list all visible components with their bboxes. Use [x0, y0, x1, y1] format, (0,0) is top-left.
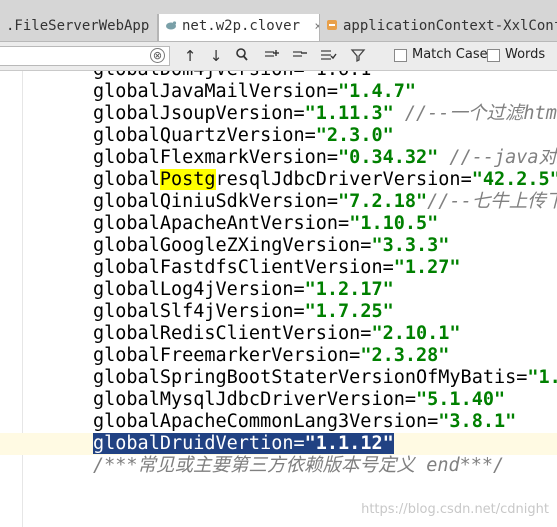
code-line: globalFastdfsClientVersion="1.27": [93, 257, 461, 279]
property-name: globalFreemarkerVersion=: [93, 345, 361, 366]
string-literal: "5.1.40": [416, 389, 506, 410]
code-line: globalApacheCommonLang3Version="3.8.1": [93, 411, 516, 433]
string-literal: "3.3.3": [371, 235, 450, 256]
property-name: globalRedisClientVersion=: [93, 323, 372, 344]
string-literal: "1.11.3": [304, 103, 394, 124]
remove-selection-icon[interactable]: [290, 47, 310, 65]
tab-net-w2p-clover[interactable]: net.w2p.clover ×: [158, 14, 320, 41]
tab-fileserverwebapp[interactable]: .FileServerWebApp ×: [0, 14, 158, 41]
string-literal: "42.2.5": [471, 169, 557, 190]
property-name: globalApacheCommonLang3Version=: [93, 411, 439, 432]
property-name: globalSlf4jVersion=: [93, 301, 305, 322]
find-in-files-icon[interactable]: [232, 47, 252, 65]
comment: //--七牛上传下: [427, 191, 557, 212]
tab-label: net.w2p.clover: [182, 18, 301, 34]
property-name: globalJavaMailVersion=: [93, 81, 339, 102]
code-line: globalPostgresqlJdbcDriverVersion="42.2.…: [93, 169, 557, 191]
string-literal: "1.4.7": [338, 81, 417, 102]
string-literal: "1.2.17": [304, 279, 394, 300]
property-name: globalDruidVertion=: [93, 433, 305, 454]
string-literal: "1.3: [527, 367, 557, 388]
tab-label: applicationContext-XxlConf: [343, 18, 557, 34]
code-line: globalQiniuSdkVersion="7.2.18"//--七牛上传下: [93, 191, 557, 213]
code-line-selected: globalDruidVertion="1.1.12": [93, 433, 394, 455]
comment: //--一个过滤html: [393, 103, 557, 124]
watermark: https://blog.csdn.net/cdnight: [361, 502, 549, 517]
code-line: globalApacheAntVersion="1.10.5": [93, 213, 438, 235]
code-line: globalFlexmarkVersion="0.34.32" //--java…: [93, 147, 557, 169]
add-selection-icon[interactable]: [262, 47, 282, 65]
code-line: globalMysqlJdbcDriverVersion="5.1.40": [93, 389, 505, 411]
string-literal: "1.1.12": [304, 433, 394, 454]
select-all-occurrences-icon[interactable]: [318, 47, 338, 65]
previous-occurrence-button[interactable]: ↑: [180, 47, 200, 65]
code-line: globalSlf4jVersion="1.7.25": [93, 301, 394, 323]
property-name: globalApacheAntVersion=: [93, 213, 350, 234]
filter-icon[interactable]: [348, 47, 368, 65]
gradle-icon: [165, 19, 177, 31]
code-line: globalRedisClientVersion="2.10.1": [93, 323, 461, 345]
property-name: globalSpringBootStaterVersionOfMyBatis=: [93, 367, 528, 388]
words-label: Words: [505, 47, 546, 62]
comment: /***常见或主要第三方依赖版本号定义 end***/: [93, 455, 505, 476]
clear-search-icon[interactable]: ⊗: [150, 48, 165, 63]
match-case-checkbox[interactable]: [394, 49, 407, 62]
find-input[interactable]: ⊗: [0, 46, 170, 66]
string-literal: "2.3.0": [315, 125, 394, 146]
comment: //--java对m: [438, 147, 557, 168]
editor-tab-bar: .FileServerWebApp × net.w2p.clover × app…: [0, 0, 557, 42]
code-line: globalLog4jVersion="1.2.17": [93, 279, 394, 301]
string-literal: "1.27": [393, 257, 461, 278]
string-literal: "3.8.1": [438, 411, 517, 432]
tab-label: .FileServerWebApp: [6, 18, 150, 34]
tab-applicationcontext-xxlconf[interactable]: applicationContext-XxlConf: [320, 14, 557, 41]
property-name: resqlJdbcDriverVersion=: [215, 169, 472, 190]
string-literal: "1.10.5": [349, 213, 439, 234]
property-name: globalFastdfsClientVersion=: [93, 257, 394, 278]
code-line: globalJsoupVersion="1.11.3" //--一个过滤html: [93, 103, 557, 125]
match-case-label: Match Case: [412, 47, 488, 62]
string-literal: "1.7.25": [304, 301, 394, 322]
string-literal: "2.10.1": [371, 323, 461, 344]
code-text: globalDom4jVersion="1.6.1": [93, 71, 383, 80]
code-line: globalJavaMailVersion="1.4.7": [93, 81, 416, 103]
next-occurrence-button[interactable]: ↓: [206, 47, 226, 65]
find-bar: ⊗ ↑ ↓ Match Case Words: [0, 42, 557, 71]
property-name: globalGoogleZXingVersion=: [93, 235, 372, 256]
code-line: globalGoogleZXingVersion="3.3.3": [93, 235, 449, 257]
xml-file-icon: [326, 19, 338, 31]
property-prefix: global: [93, 169, 160, 190]
string-literal: "0.34.32": [338, 147, 439, 168]
code-line: globalQuartzVersion="2.3.0": [93, 125, 394, 147]
code-line: globalSpringBootStaterVersionOfMyBatis="…: [93, 367, 557, 389]
text-selection: globalDruidVertion="1.1.12": [93, 433, 394, 454]
words-checkbox[interactable]: [487, 49, 500, 62]
code-line: globalDom4jVersion="1.6.1": [93, 71, 383, 81]
code-editor[interactable]: globalDom4jVersion="1.6.1" globalJavaMai…: [0, 71, 557, 527]
string-literal: "2.3.28": [360, 345, 450, 366]
code-line: /***常见或主要第三方依赖版本号定义 end***/: [93, 455, 504, 477]
code-line: globalFreemarkerVersion="2.3.28": [93, 345, 449, 367]
property-name: globalJsoupVersion=: [93, 103, 305, 124]
property-name: globalLog4jVersion=: [93, 279, 305, 300]
property-name: globalQuartzVersion=: [93, 125, 316, 146]
property-name: globalQiniuSdkVersion=: [93, 191, 339, 212]
string-literal: "7.2.18": [338, 191, 428, 212]
search-match-highlight: Postg: [159, 169, 216, 190]
property-name: globalFlexmarkVersion=: [93, 147, 339, 168]
gutter-divider: [22, 71, 23, 527]
property-name: globalMysqlJdbcDriverVersion=: [93, 389, 417, 410]
